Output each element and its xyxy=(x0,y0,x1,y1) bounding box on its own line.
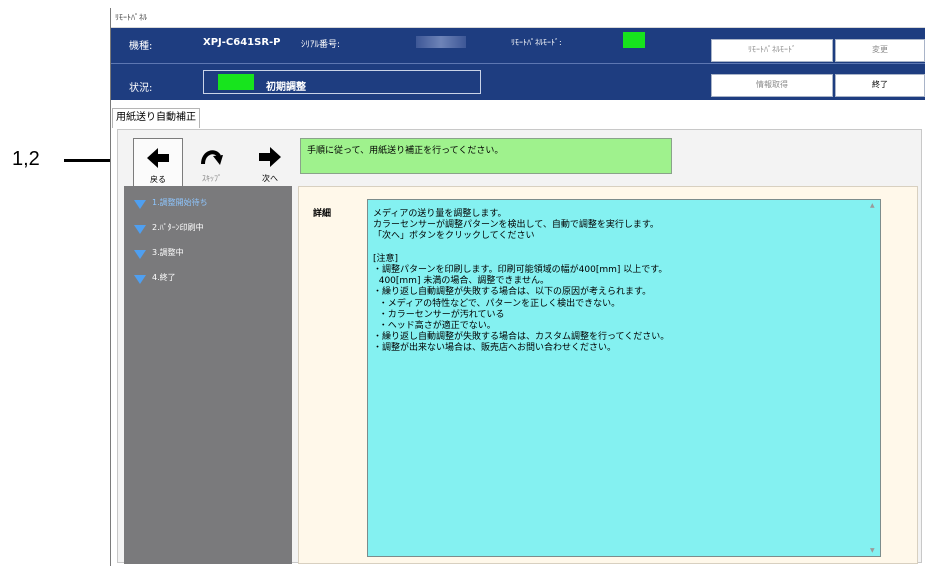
next-label: 次へ xyxy=(262,174,278,183)
detail-line: 400[mm] 未満の場合、調整できません。 xyxy=(373,276,550,287)
detail-line: ・繰り返し自動調整が失敗する場合は、カスタム調整を行ってください。 xyxy=(373,332,670,343)
step-label: 3.調整中 xyxy=(152,248,184,257)
exit-button[interactable]: 終了 xyxy=(835,74,925,97)
tab-panel: 戻る ｽｷｯﾌﾟ 次へ 手順に従って、用紙送り補正を行ってください。 1.調整開… xyxy=(117,129,922,564)
arrow-right-icon xyxy=(259,147,281,167)
detail-pane: 詳細 メディアの送り量を調整します。 カラーセンサーが調整パターンを検出して、自… xyxy=(298,186,918,564)
window-title: ﾘﾓｰﾄﾊﾟﾈﾙ xyxy=(115,13,147,22)
detail-line: ・調整パターンを印刷します。印刷可能領域の幅が400[mm] 以上です。 xyxy=(373,265,668,276)
header-divider xyxy=(111,63,925,64)
status-indicator xyxy=(218,74,254,90)
step-list: 1.調整開始待ち 2.ﾊﾟﾀｰﾝ印刷中 3.調整中 4.終了 xyxy=(124,186,292,564)
remote-mode-button[interactable]: ﾘﾓｰﾄﾊﾟﾈﾙﾓｰﾄﾞ xyxy=(711,39,833,62)
back-label: 戻る xyxy=(150,175,166,184)
detail-line: ・メディアの特性などで、パターンを正しく検出できない。 xyxy=(373,298,621,309)
detail-line: カラーセンサーが調整パターンを検出して、自動で調整を実行します。 xyxy=(373,220,659,231)
detail-text-area[interactable]: メディアの送り量を調整します。 カラーセンサーが調整パターンを検出して、自動で調… xyxy=(367,199,881,557)
next-button[interactable]: 次へ xyxy=(246,138,294,186)
tab-paper-feed-correction[interactable]: 用紙送り自動補正 xyxy=(112,108,200,128)
serial-value-redacted xyxy=(416,36,466,48)
status-value: 初期調整 xyxy=(266,82,306,93)
step-label: 1.調整開始待ち xyxy=(152,198,208,207)
remote-panel-window: ﾘﾓｰﾄﾊﾟﾈﾙ 機種: XPJ-C641SR-P ｼﾘｱﾙ番号: ﾘﾓｰﾄﾊﾟ… xyxy=(110,8,925,566)
model-label: 機種: xyxy=(129,41,153,52)
detail-line: ・調整が出来ない場合は、販売店へお問い合わせください。 xyxy=(373,343,617,354)
arrow-left-icon xyxy=(147,148,169,168)
status-label: 状況: xyxy=(129,83,153,94)
remote-mode-label: ﾘﾓｰﾄﾊﾟﾈﾙﾓｰﾄﾞ: xyxy=(511,38,562,47)
get-info-button[interactable]: 情報取得 xyxy=(711,74,833,97)
tab-area: 用紙送り自動補正 戻る ｽｷｯﾌﾟ 次へ 手順に従って、用紙送り補正を行ってくだ… xyxy=(111,100,925,566)
detail-line: ・ヘッド高さが適正でない。 xyxy=(373,321,496,332)
detail-line: [注意] xyxy=(373,253,399,264)
detail-line: ・カラーセンサーが汚れている xyxy=(373,309,505,320)
curved-arrow-icon xyxy=(201,150,223,165)
scroll-up-icon[interactable]: ▲ xyxy=(870,202,875,209)
step-label: 4.終了 xyxy=(152,273,176,282)
scroll-down-icon[interactable]: ▼ xyxy=(870,547,875,554)
status-header: 機種: XPJ-C641SR-P ｼﾘｱﾙ番号: ﾘﾓｰﾄﾊﾟﾈﾙﾓｰﾄﾞ: ﾘ… xyxy=(111,28,925,100)
detail-line xyxy=(373,243,876,254)
triangle-down-icon xyxy=(134,225,146,234)
skip-button[interactable]: ｽｷｯﾌﾟ xyxy=(188,138,236,186)
triangle-down-icon xyxy=(134,250,146,259)
back-button[interactable]: 戻る xyxy=(133,138,183,188)
step-label: 2.ﾊﾟﾀｰﾝ印刷中 xyxy=(152,223,204,232)
model-value: XPJ-C641SR-P xyxy=(203,37,281,48)
change-button[interactable]: 変更 xyxy=(835,39,925,62)
detail-line: メディアの送り量を調整します。 xyxy=(373,209,507,219)
triangle-down-icon xyxy=(134,275,146,284)
status-field: 初期調整 xyxy=(203,70,481,94)
detail-line: 「次へ」ボタンをクリックしてください xyxy=(373,231,535,242)
triangle-down-icon xyxy=(134,200,146,209)
serial-label: ｼﾘｱﾙ番号: xyxy=(301,40,341,50)
title-bar: ﾘﾓｰﾄﾊﾟﾈﾙ xyxy=(111,8,925,28)
detail-line: ・繰り返し自動調整が失敗する場合は、以下の原因が考えられます。 xyxy=(373,287,652,298)
skip-label: ｽｷｯﾌﾟ xyxy=(202,174,222,183)
annotation-label: 1,2 xyxy=(12,148,40,170)
detail-label: 詳細 xyxy=(313,209,332,219)
instruction-message: 手順に従って、用紙送り補正を行ってください。 xyxy=(300,138,672,174)
detail-scrollbar[interactable]: ▲ ▼ xyxy=(867,200,880,556)
remote-mode-indicator xyxy=(623,32,645,48)
